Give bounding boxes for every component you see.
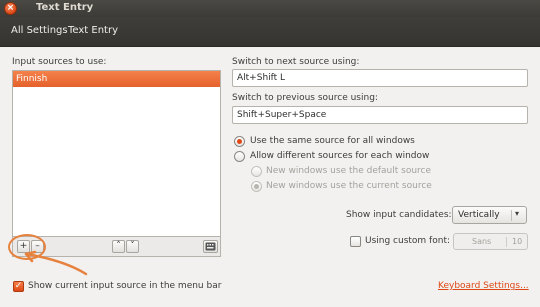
text-entry-crumb[interactable]: Text Entry	[68, 25, 118, 36]
move-up-button[interactable]: ˄	[112, 240, 125, 253]
candidates-label: Show input candidates:	[346, 210, 452, 220]
custom-font-checkbox[interactable]	[350, 236, 361, 247]
font-size: 10	[512, 237, 523, 246]
title-bar: × Text Entry	[0, 0, 540, 17]
keyboard-layout-button[interactable]	[203, 240, 218, 253]
keyboard-settings-link[interactable]: Keyboard Settings...	[438, 281, 529, 291]
list-item[interactable]: Finnish	[13, 71, 220, 87]
candidates-dropdown[interactable]: Vertically ▾	[452, 206, 527, 224]
menu-bar-checkbox[interactable]: ✓	[13, 281, 24, 292]
current-source-radio[interactable]	[251, 181, 262, 192]
default-source-radio[interactable]	[251, 166, 262, 177]
current-source-label: New windows use the current source	[266, 181, 432, 191]
custom-font-label: Using custom font:	[365, 236, 450, 246]
font-name: Sans	[472, 237, 492, 246]
menu-bar-label: Show current input source in the menu ba…	[28, 281, 222, 291]
input-sources-label: Input sources to use:	[12, 57, 107, 67]
keyboard-icon	[205, 242, 216, 251]
dropdown-divider	[511, 210, 512, 221]
chevron-down-icon: ▾	[515, 209, 520, 218]
input-sources-list[interactable]: Finnish	[12, 70, 221, 237]
different-sources-radio[interactable]	[234, 151, 245, 162]
same-source-radio[interactable]	[234, 136, 245, 147]
next-source-label: Switch to next source using:	[232, 57, 360, 67]
all-settings-button[interactable]: All Settings	[11, 25, 68, 36]
close-icon[interactable]: ×	[4, 2, 17, 15]
window-title: Text Entry	[36, 2, 94, 13]
prev-source-field[interactable]: Shift+Super+Space	[232, 106, 528, 124]
move-down-button[interactable]: ˅	[126, 240, 139, 253]
font-chooser-button[interactable]: Sans 10	[453, 233, 528, 250]
annotation-arrow	[24, 250, 88, 276]
font-divider	[506, 237, 507, 247]
candidates-value: Vertically	[458, 210, 500, 220]
default-source-label: New windows use the default source	[266, 166, 432, 176]
next-source-field[interactable]: Alt+Shift L	[232, 69, 528, 87]
different-sources-label: Allow different sources for each window	[250, 151, 430, 161]
same-source-label: Use the same source for all windows	[250, 136, 415, 146]
breadcrumb: All Settings Text Entry	[0, 17, 540, 47]
prev-source-label: Switch to previous source using:	[232, 93, 378, 103]
